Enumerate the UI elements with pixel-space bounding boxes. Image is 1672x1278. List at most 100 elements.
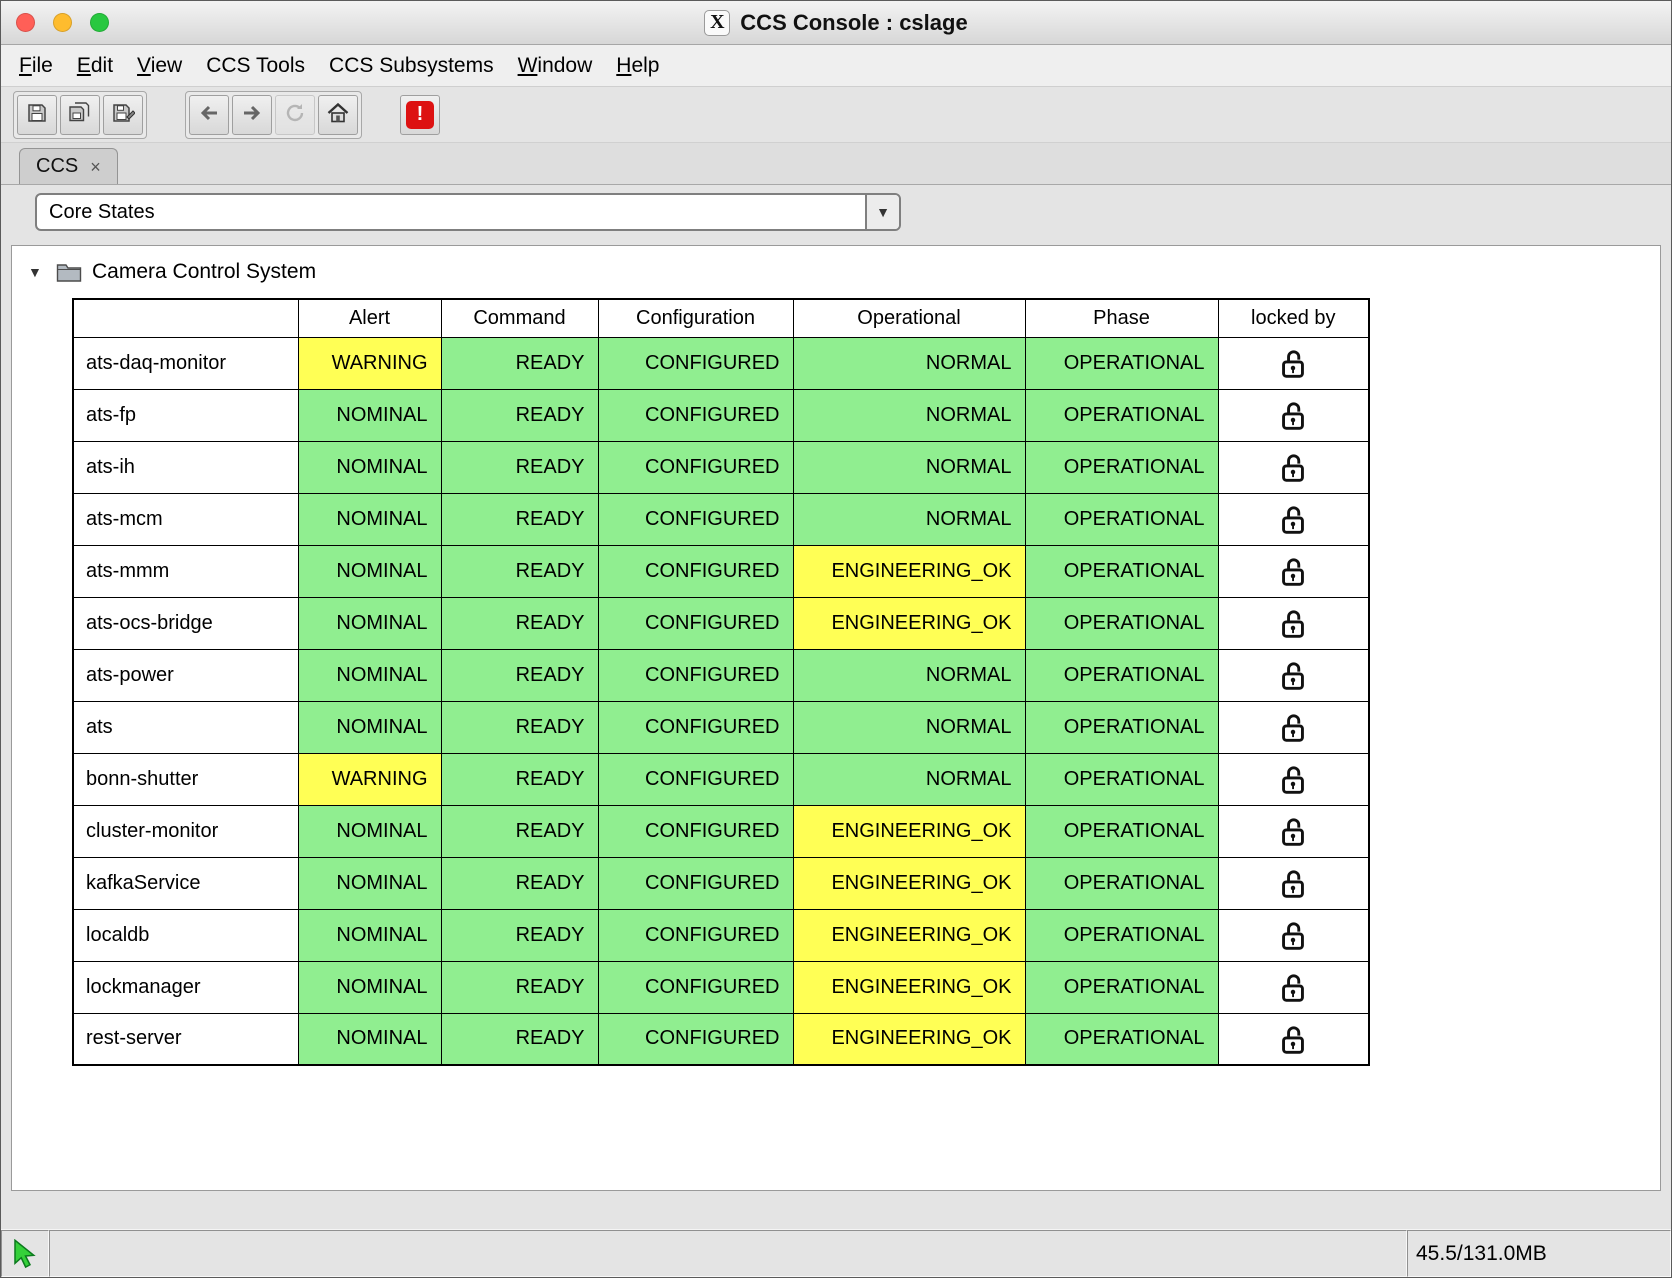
unlocked-padlock-icon [1278, 503, 1308, 535]
save-as-icon [111, 101, 135, 128]
zoom-window-button[interactable] [90, 13, 109, 32]
home-icon [326, 101, 350, 128]
subsystem-name-cell: rest-server [73, 1013, 298, 1065]
operational-cell: NORMAL [793, 441, 1025, 493]
command-cell: READY [441, 545, 598, 597]
view-selector-row: Core States ▼ [1, 185, 1671, 239]
window-title: CCS Console : cslage [740, 10, 967, 36]
tab-label: CCS [36, 155, 78, 178]
subsystem-name-cell: kafkaService [73, 857, 298, 909]
forward-button[interactable] [232, 95, 272, 135]
subsystem-name-cell: ats-mcm [73, 493, 298, 545]
locked-by-cell [1218, 1013, 1369, 1065]
refresh-icon [283, 101, 307, 128]
table-row: ats-mmm NOMINAL READY CONFIGURED ENGINEE… [73, 545, 1369, 597]
command-cell: READY [441, 753, 598, 805]
menu-edit[interactable]: Edit [65, 48, 125, 84]
alert-cell: NOMINAL [298, 441, 441, 493]
back-arrow-icon [197, 101, 221, 128]
alert-cell: NOMINAL [298, 389, 441, 441]
unlocked-padlock-icon [1278, 711, 1308, 743]
view-selector-dropdown[interactable]: Core States ▼ [35, 193, 901, 231]
column-header-configuration: Configuration [598, 299, 793, 337]
status-message-segment [49, 1230, 1407, 1277]
menu-file[interactable]: File [7, 48, 65, 84]
app-window: X CCS Console : cslage File Edit View CC… [0, 0, 1672, 1278]
phase-cell: OPERATIONAL [1025, 753, 1218, 805]
green-pointer-icon [10, 1239, 40, 1269]
alert-cell: NOMINAL [298, 649, 441, 701]
phase-cell: OPERATIONAL [1025, 701, 1218, 753]
refresh-button[interactable] [275, 95, 315, 135]
command-cell: READY [441, 909, 598, 961]
table-row: bonn-shutter WARNING READY CONFIGURED NO… [73, 753, 1369, 805]
subsystem-name-cell: ats [73, 701, 298, 753]
tree-expander-icon[interactable]: ▼ [28, 264, 46, 280]
content-panel: ▼ Camera Control System Alert Command C [11, 245, 1661, 1191]
locked-by-cell [1218, 909, 1369, 961]
save-button[interactable] [17, 95, 57, 135]
phase-cell: OPERATIONAL [1025, 857, 1218, 909]
menu-window[interactable]: Window [506, 48, 605, 84]
operational-cell: ENGINEERING_OK [793, 597, 1025, 649]
configuration-cell: CONFIGURED [598, 389, 793, 441]
table-row: ats-daq-monitor WARNING READY CONFIGURED… [73, 337, 1369, 389]
configuration-cell: CONFIGURED [598, 961, 793, 1013]
subsystem-name-cell: ats-fp [73, 389, 298, 441]
alert-cell: NOMINAL [298, 909, 441, 961]
alert-cell: NOMINAL [298, 1013, 441, 1065]
subsystem-name-cell: bonn-shutter [73, 753, 298, 805]
phase-cell: OPERATIONAL [1025, 805, 1218, 857]
unlocked-padlock-icon [1278, 555, 1308, 587]
chevron-down-icon[interactable]: ▼ [865, 195, 899, 229]
operational-cell: ENGINEERING_OK [793, 1013, 1025, 1065]
command-cell: READY [441, 441, 598, 493]
phase-cell: OPERATIONAL [1025, 649, 1218, 701]
phase-cell: OPERATIONAL [1025, 441, 1218, 493]
close-window-button[interactable] [16, 13, 35, 32]
memory-usage-text: 45.5/131.0MB [1416, 1242, 1547, 1266]
command-cell: READY [441, 701, 598, 753]
phase-cell: OPERATIONAL [1025, 1013, 1218, 1065]
alert-cell: WARNING [298, 753, 441, 805]
alert-cell: WARNING [298, 337, 441, 389]
command-cell: READY [441, 493, 598, 545]
window-title-area: X CCS Console : cslage [1, 1, 1671, 44]
save-all-icon [68, 101, 92, 128]
tab-ccs[interactable]: CCS × [19, 148, 118, 184]
configuration-cell: CONFIGURED [598, 701, 793, 753]
menu-view[interactable]: View [125, 48, 194, 84]
locked-by-cell [1218, 441, 1369, 493]
unlocked-padlock-icon [1278, 763, 1308, 795]
subsystem-name-cell: ats-mmm [73, 545, 298, 597]
save-as-button[interactable] [103, 95, 143, 135]
statusbar: 45.5/131.0MB [1, 1229, 1671, 1277]
menu-ccs-tools[interactable]: CCS Tools [194, 48, 317, 84]
alert-cell: NOMINAL [298, 961, 441, 1013]
alerts-button[interactable]: ! [400, 95, 440, 135]
column-header-command: Command [441, 299, 598, 337]
configuration-cell: CONFIGURED [598, 805, 793, 857]
memory-status-segment: 45.5/131.0MB [1407, 1230, 1671, 1277]
menu-help[interactable]: Help [604, 48, 671, 84]
locked-by-cell [1218, 961, 1369, 1013]
subsystem-name-cell: lockmanager [73, 961, 298, 1013]
table-row: localdb NOMINAL READY CONFIGURED ENGINEE… [73, 909, 1369, 961]
locked-by-cell [1218, 857, 1369, 909]
minimize-window-button[interactable] [53, 13, 72, 32]
subsystem-name-cell: cluster-monitor [73, 805, 298, 857]
alert-cell: NOMINAL [298, 701, 441, 753]
save-all-button[interactable] [60, 95, 100, 135]
operational-cell: ENGINEERING_OK [793, 805, 1025, 857]
home-button[interactable] [318, 95, 358, 135]
back-button[interactable] [189, 95, 229, 135]
locked-by-cell [1218, 701, 1369, 753]
menu-ccs-subsystems[interactable]: CCS Subsystems [317, 48, 506, 84]
unlocked-padlock-icon [1278, 919, 1308, 951]
unlocked-padlock-icon [1278, 399, 1308, 431]
view-selector-value: Core States [49, 201, 155, 224]
tree-node-camera-control-system[interactable]: ▼ Camera Control System [12, 246, 1660, 288]
tab-close-icon[interactable]: × [90, 158, 101, 176]
window-controls [16, 13, 109, 32]
configuration-cell: CONFIGURED [598, 1013, 793, 1065]
